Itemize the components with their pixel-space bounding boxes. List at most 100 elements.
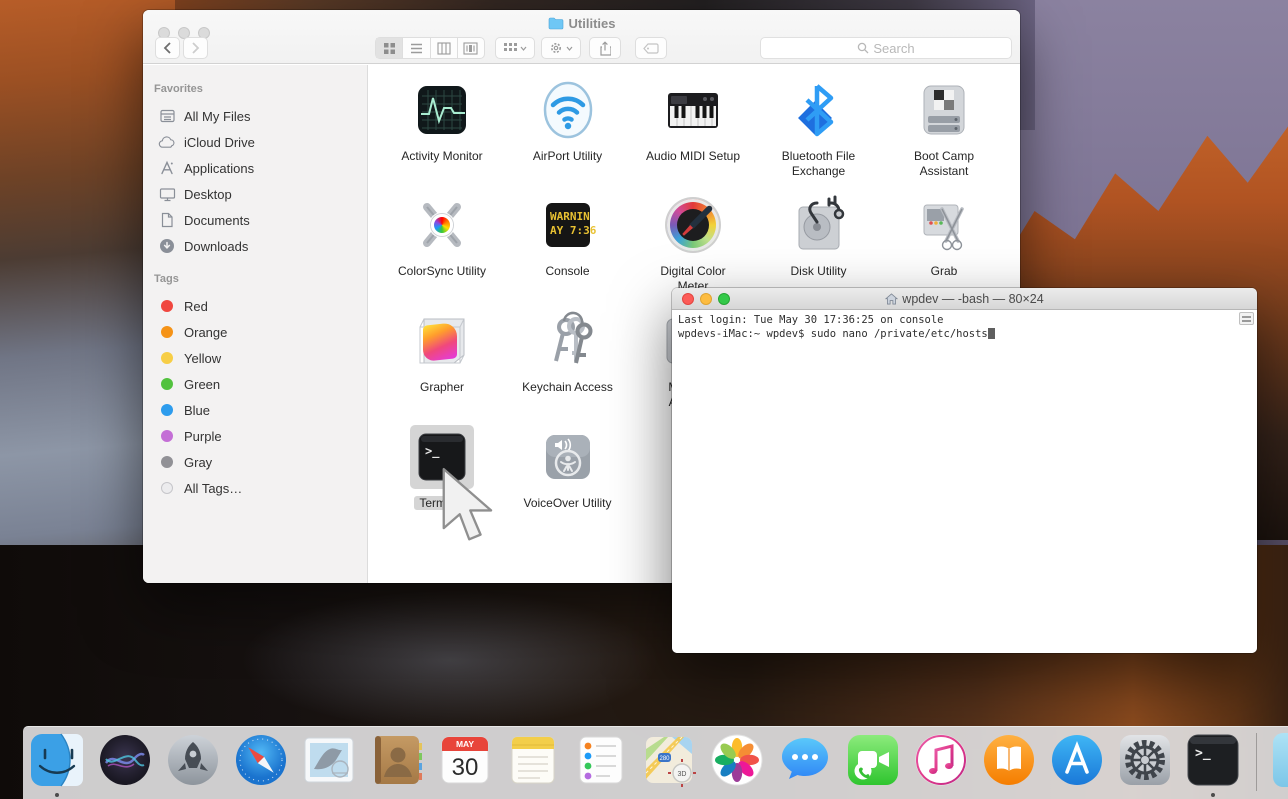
finder-sidebar: FavoritesAll My FilesiCloud DriveApplica…: [143, 65, 368, 583]
icon-view-button[interactable]: [376, 38, 403, 58]
tag-color-dot: [161, 378, 173, 390]
back-button[interactable]: [155, 37, 180, 59]
dock-calendar-day: 30: [452, 754, 479, 781]
app-grab[interactable]: Grab: [883, 193, 1005, 279]
dock-sysprefs[interactable]: [1118, 733, 1172, 787]
terminal-content[interactable]: Last login: Tue May 30 17:36:25 on conso…: [672, 310, 1257, 653]
terminal-titlebar[interactable]: wpdev — -bash — 80×24: [672, 288, 1257, 310]
icloud-drive-icon: [158, 133, 176, 151]
dock-photos[interactable]: [710, 733, 764, 787]
sidebar-item-purple[interactable]: Purple: [143, 423, 367, 449]
app-airport-utility[interactable]: AirPort Utility: [507, 78, 629, 164]
running-indicator: [55, 793, 59, 797]
sidebar-item-green[interactable]: Green: [143, 371, 367, 397]
boot-camp-assistant-icon: [912, 78, 976, 142]
dock-notes[interactable]: [506, 733, 560, 787]
tag-color-dot: [161, 404, 173, 416]
sidebar-item-all-my-files[interactable]: All My Files: [143, 103, 367, 129]
sidebar-item-desktop[interactable]: Desktop: [143, 181, 367, 207]
app-keychain-access[interactable]: Keychain Access: [507, 309, 629, 395]
dock-finder[interactable]: [30, 733, 84, 787]
dock-ibooks[interactable]: [982, 733, 1036, 787]
dock-itunes[interactable]: [914, 733, 968, 787]
disk-utility-icon: [787, 193, 851, 257]
app-colorsync-utility[interactable]: ColorSync Utility: [381, 193, 503, 279]
sidebar-item-yellow[interactable]: Yellow: [143, 345, 367, 371]
terminal-title: wpdev — -bash — 80×24: [672, 292, 1257, 306]
svg-text:280: 280: [659, 756, 670, 762]
app-label: Audio MIDI Setup: [632, 149, 754, 164]
dock-safari[interactable]: [234, 733, 288, 787]
sidebar-item-icloud-drive[interactable]: iCloud Drive: [143, 129, 367, 155]
sidebar-item-red[interactable]: Red: [143, 293, 367, 319]
dock-maps[interactable]: 2803D: [642, 733, 696, 787]
action-button[interactable]: [541, 37, 581, 59]
tag-color-dot: [161, 300, 173, 312]
chevron-right-icon: [191, 42, 200, 54]
applications-icon: [158, 159, 176, 177]
app-console[interactable]: WARNINAY 7:36Console: [507, 193, 629, 279]
app-label: Activity Monitor: [381, 149, 503, 164]
coverflow-view-icon: [463, 42, 478, 55]
dock-appstore[interactable]: [1050, 733, 1104, 787]
terminal-window: wpdev — -bash — 80×24 Last login: Tue Ma…: [672, 288, 1257, 653]
tag-button[interactable]: [635, 37, 667, 59]
dock: MAY 30 2803D >_: [23, 726, 1288, 799]
dock-calendar[interactable]: MAY 30: [438, 733, 492, 787]
app-activity-monitor[interactable]: Activity Monitor: [381, 78, 503, 164]
dock-messages[interactable]: [778, 733, 832, 787]
forward-button[interactable]: [183, 37, 208, 59]
column-view-icon: [437, 42, 451, 55]
sidebar-item-all-tags[interactable]: All Tags…: [143, 475, 367, 501]
app-voiceover-utility[interactable]: VoiceOver Utility: [507, 425, 629, 511]
sidebar-item-applications[interactable]: Applications: [143, 155, 367, 181]
dock-reminders[interactable]: [574, 733, 628, 787]
sidebar-item-gray[interactable]: Gray: [143, 449, 367, 475]
tag-color-dot: [161, 482, 173, 494]
share-button[interactable]: [589, 37, 621, 59]
dock-facetime[interactable]: [846, 733, 900, 787]
finder-titlebar[interactable]: Utilities: [143, 10, 1020, 64]
app-grapher[interactable]: Grapher: [381, 309, 503, 395]
app-label: Grab: [883, 264, 1005, 279]
column-view-button[interactable]: [431, 38, 458, 58]
app-label: Console: [507, 264, 629, 279]
dock-mail[interactable]: [302, 733, 356, 787]
app-disk-utility[interactable]: Disk Utility: [758, 193, 880, 279]
search-input[interactable]: Search: [760, 37, 1012, 59]
app-bluetooth-file-exchange[interactable]: Bluetooth FileExchange: [758, 78, 880, 179]
desktop-icon: [158, 185, 176, 203]
split-pane-button[interactable]: [1239, 312, 1254, 325]
dock-siri[interactable]: [98, 733, 152, 787]
dock-contacts[interactable]: [370, 733, 424, 787]
sidebar-item-blue[interactable]: Blue: [143, 397, 367, 423]
sidebar-item-label: All Tags…: [184, 481, 242, 496]
sidebar-item-orange[interactable]: Orange: [143, 319, 367, 345]
sidebar-item-documents[interactable]: Documents: [143, 207, 367, 233]
coverflow-view-button[interactable]: [458, 38, 484, 58]
sidebar-item-label: Blue: [184, 403, 210, 418]
dock-launchpad[interactable]: [166, 733, 220, 787]
app-digital-color-meter[interactable]: Digital ColorMeter: [632, 193, 754, 294]
share-icon: [599, 41, 611, 56]
colorsync-utility-icon: [410, 193, 474, 257]
tag-color-dot: [161, 326, 173, 338]
arrange-button[interactable]: [495, 37, 535, 59]
activity-monitor-icon: [410, 78, 474, 142]
dock-partial-icon[interactable]: [1273, 733, 1288, 787]
app-boot-camp-assistant[interactable]: Boot CampAssistant: [883, 78, 1005, 179]
tag-color-dot: [161, 456, 173, 468]
list-view-button[interactable]: [403, 38, 430, 58]
gear-icon: [549, 41, 563, 55]
sidebar-item-downloads[interactable]: Downloads: [143, 233, 367, 259]
sidebar-section-title: Tags: [143, 273, 367, 293]
app-label: Disk Utility: [758, 264, 880, 279]
grab-icon: [912, 193, 976, 257]
app-audio-midi-setup[interactable]: Audio MIDI Setup: [632, 78, 754, 164]
dock-terminal[interactable]: >_: [1186, 733, 1240, 787]
sidebar-item-label: Red: [184, 299, 208, 314]
sidebar-item-label: Desktop: [184, 187, 232, 202]
icon-view-icon: [383, 42, 396, 55]
window-title: Utilities: [143, 16, 1020, 31]
dock-calendar-month: MAY: [456, 739, 474, 749]
